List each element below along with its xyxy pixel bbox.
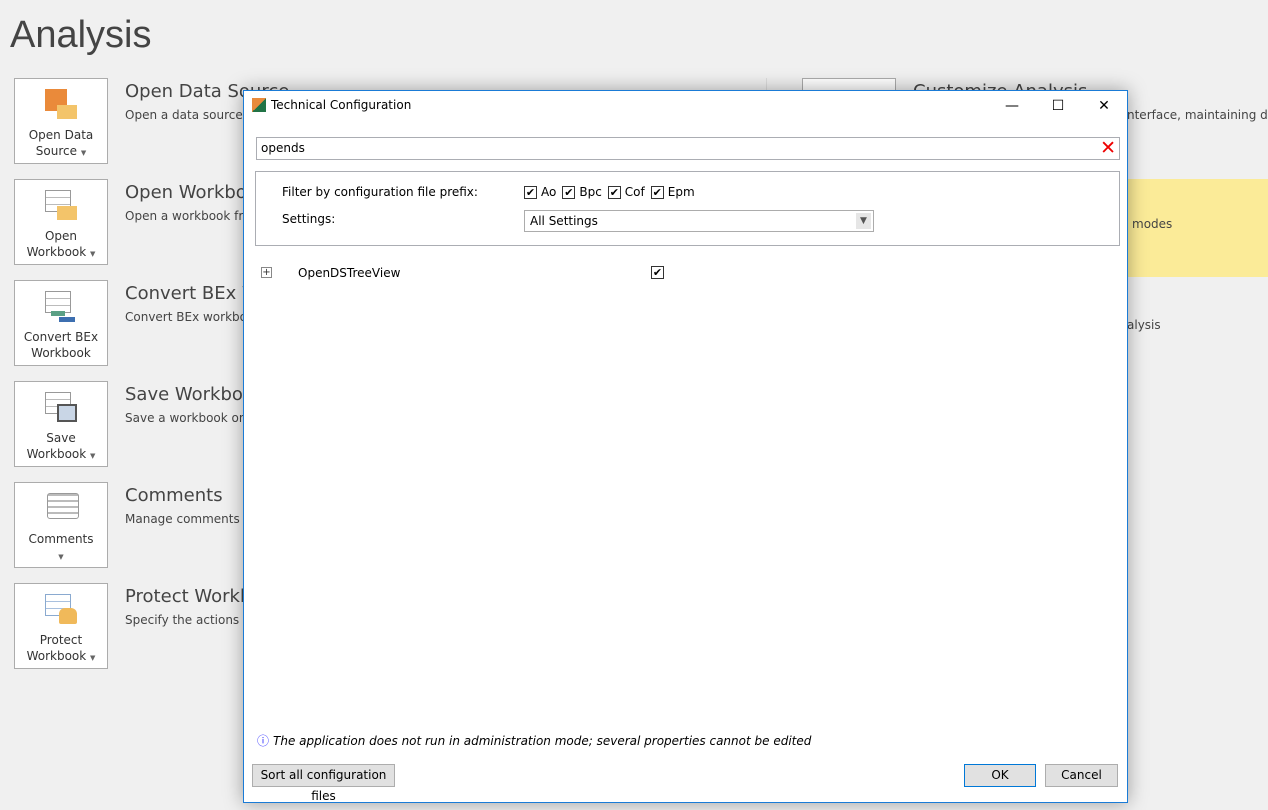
- settings-select[interactable]: All Settings ▼: [524, 210, 874, 232]
- open-workbook-button[interactable]: Open Workbook ▼: [14, 179, 108, 265]
- dropdown-caret-icon: ▼: [80, 149, 87, 157]
- tile-label: Save: [46, 431, 76, 445]
- prefix-checkbox-epm[interactable]: ✔ Epm: [650, 185, 695, 199]
- filter-label: Filter by configuration file prefix:: [282, 185, 478, 199]
- lock-icon: [41, 592, 81, 628]
- item-description: Save a workbook on a: [125, 411, 258, 425]
- item-description: Convert BEx workbook: [125, 310, 262, 324]
- tile-label: Convert BEx: [23, 330, 99, 344]
- item-heading: Comments: [125, 485, 223, 506]
- info-text: The application does not run in administ…: [273, 734, 812, 748]
- cancel-button[interactable]: Cancel: [1045, 764, 1118, 787]
- settings-value: All Settings: [530, 214, 598, 228]
- prefix-checkbox-cof[interactable]: ✔ Cof: [607, 185, 645, 199]
- tile-label: Workbook: [31, 346, 91, 360]
- item-description: Manage comments fo: [125, 512, 256, 526]
- checkbox-label: Ao: [541, 185, 557, 199]
- comment-bubble-icon: [41, 491, 81, 527]
- checkbox-checked-icon[interactable]: ✔: [524, 186, 537, 199]
- dropdown-caret-icon: ▼: [90, 654, 96, 662]
- tree-item-checkbox[interactable]: ✔: [651, 266, 664, 279]
- tile-label: Source: [35, 144, 77, 158]
- tile-label: Workbook: [26, 649, 87, 663]
- save-disk-icon: [41, 390, 81, 426]
- app-icon: [252, 98, 266, 112]
- tile-label: Open: [44, 229, 78, 243]
- info-icon: ⓘ: [257, 734, 270, 748]
- checkbox-checked-icon[interactable]: ✔: [650, 186, 664, 199]
- checkbox-label: Bpc: [579, 185, 602, 199]
- tile-label: Workbook: [26, 245, 87, 259]
- tile-label: Comments: [28, 532, 94, 546]
- prefix-checkbox-ao[interactable]: ✔ Ao: [524, 185, 556, 199]
- minimize-button[interactable]: —: [989, 93, 1035, 119]
- item-heading: Convert BEx W: [125, 283, 260, 304]
- checkbox-checked-icon[interactable]: ✔: [562, 186, 576, 199]
- page-title: Analysis: [10, 14, 152, 56]
- checkbox-checked-icon[interactable]: ✔: [607, 186, 621, 199]
- technical-configuration-dialog: Technical Configuration — ☐ ✕ opends ✕ F…: [243, 90, 1128, 803]
- prefix-checkbox-bpc[interactable]: ✔ Bpc: [562, 185, 602, 199]
- ok-button[interactable]: OK: [964, 764, 1036, 787]
- open-data-source-button[interactable]: Open Data Source ▼: [14, 78, 108, 164]
- dropdown-caret-icon: ▼: [90, 250, 96, 258]
- search-input[interactable]: opends ✕: [256, 137, 1120, 160]
- chevron-down-icon[interactable]: ▼: [856, 213, 871, 229]
- item-description: Specify the actions tha: [125, 613, 263, 627]
- maximize-button[interactable]: ☐: [1035, 93, 1081, 119]
- info-message: ⓘ The application does not run in adminis…: [257, 732, 811, 749]
- checkbox-label: Epm: [667, 185, 695, 199]
- right-description: modes: [1132, 217, 1173, 231]
- settings-label: Settings:: [282, 212, 336, 226]
- tile-label: Workbook: [26, 447, 87, 461]
- item-description: Open a data source in: [125, 108, 258, 122]
- cube-folder-icon: [41, 87, 81, 123]
- convert-arrows-icon: [41, 289, 81, 325]
- protect-workbook-button[interactable]: Protect Workbook ▼: [14, 583, 108, 669]
- tree-item-label: OpenDSTreeView: [298, 266, 401, 280]
- checkbox-label: Cof: [624, 185, 645, 199]
- dialog-title: Technical Configuration: [271, 98, 412, 112]
- item-description: Open a workbook from: [125, 209, 263, 223]
- sort-configuration-files-button[interactable]: Sort all configuration files: [252, 764, 395, 803]
- close-button[interactable]: ✕: [1081, 93, 1127, 119]
- tile-label: Protect: [39, 633, 83, 647]
- save-workbook-button[interactable]: Save Workbook ▼: [14, 381, 108, 467]
- workbook-folder-icon: [41, 188, 81, 224]
- tile-label: Open Data: [28, 128, 94, 142]
- convert-bex-workbook-button[interactable]: Convert BEx Workbook: [14, 280, 108, 366]
- right-description: nterface, maintaining differ: [1127, 108, 1268, 122]
- clear-search-icon[interactable]: ✕: [1100, 138, 1116, 159]
- expand-plus-icon[interactable]: +: [261, 267, 272, 278]
- filter-panel: Filter by configuration file prefix: ✔ Ao…: [255, 171, 1120, 246]
- dropdown-caret-icon: ▼: [58, 553, 64, 561]
- search-value: opends: [261, 141, 305, 155]
- comments-button[interactable]: Comments ▼: [14, 482, 108, 568]
- dropdown-caret-icon: ▼: [90, 452, 96, 460]
- right-description: alysis: [1127, 318, 1161, 332]
